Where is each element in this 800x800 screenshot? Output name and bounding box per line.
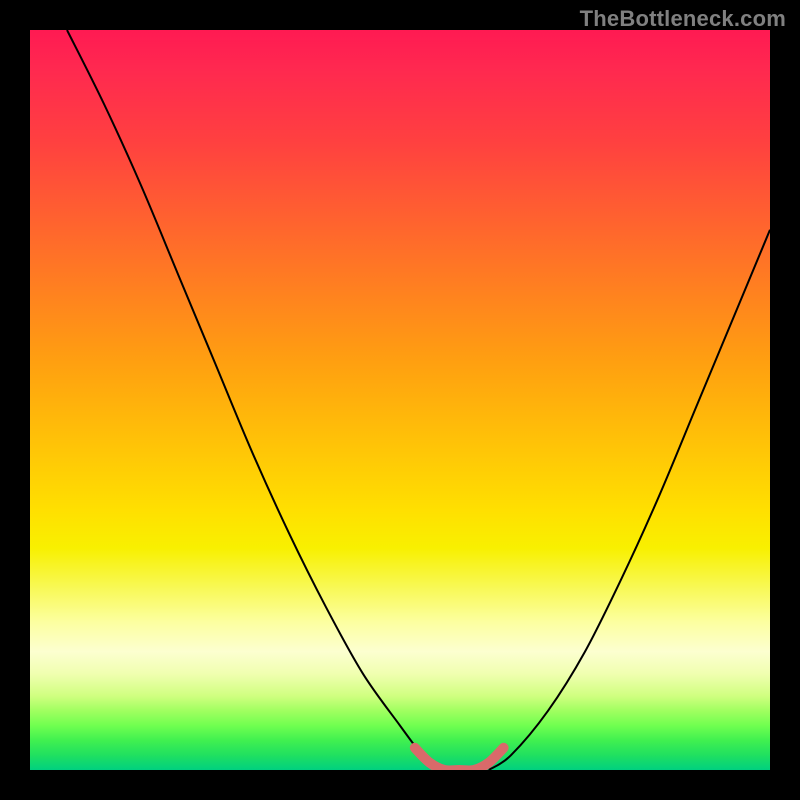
left-curve-line — [67, 30, 437, 770]
valley-highlight — [415, 748, 504, 770]
bottleneck-chart: TheBottleneck.com — [0, 0, 800, 800]
watermark-text: TheBottleneck.com — [580, 6, 786, 32]
plot-area — [30, 30, 770, 770]
chart-svg — [30, 30, 770, 770]
right-curve-line — [489, 230, 770, 770]
